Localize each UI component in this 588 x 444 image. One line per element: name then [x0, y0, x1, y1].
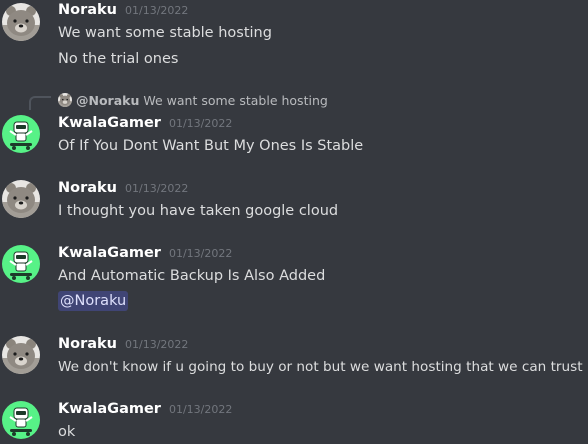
mention-line: @Noraku	[58, 291, 129, 311]
timestamp: 01/13/2022	[168, 117, 233, 130]
timestamp: 01/13/2022	[125, 338, 189, 351]
message-text: And Automatic Backup Is Also Added	[58, 268, 326, 284]
reply-preview[interactable]: @Noraku We want some stable hosting	[58, 90, 328, 110]
timestamp: 01/13/2022	[125, 182, 189, 195]
reply-author[interactable]: @Noraku	[76, 93, 139, 108]
username[interactable]: KwalaGamer	[58, 115, 161, 131]
user-mention[interactable]: @Noraku	[58, 291, 129, 311]
message-text: We don't know if u going to buy or not b…	[58, 359, 583, 375]
username[interactable]: KwalaGamer	[58, 401, 161, 417]
message-text: Of If You Dont Want But My Ones Is Stabl…	[58, 138, 364, 154]
message-text: I thought you have taken google cloud	[58, 203, 339, 219]
bear-avatar-icon[interactable]	[2, 336, 40, 374]
username[interactable]: Noraku	[58, 336, 117, 352]
skateboard-robot-avatar-icon[interactable]	[2, 401, 40, 439]
message-text: No the trial ones	[58, 51, 179, 67]
timestamp: 01/13/2022	[168, 247, 233, 260]
username[interactable]: Noraku	[58, 2, 117, 18]
timestamp: 01/13/2022	[168, 403, 233, 416]
bear-avatar-icon[interactable]	[2, 3, 40, 41]
bear-avatar-icon	[58, 93, 72, 107]
skateboard-robot-avatar-icon[interactable]	[2, 245, 40, 283]
message-text: ok	[58, 424, 76, 440]
username[interactable]: KwalaGamer	[58, 245, 161, 261]
timestamp: 01/13/2022	[125, 4, 189, 17]
message-text: We want some stable hosting	[58, 25, 272, 41]
reply-spine	[29, 96, 51, 110]
skateboard-robot-avatar-icon[interactable]	[2, 115, 40, 153]
bear-avatar-icon[interactable]	[2, 180, 40, 218]
reply-text[interactable]: We want some stable hosting	[143, 93, 327, 108]
username[interactable]: Noraku	[58, 180, 117, 196]
